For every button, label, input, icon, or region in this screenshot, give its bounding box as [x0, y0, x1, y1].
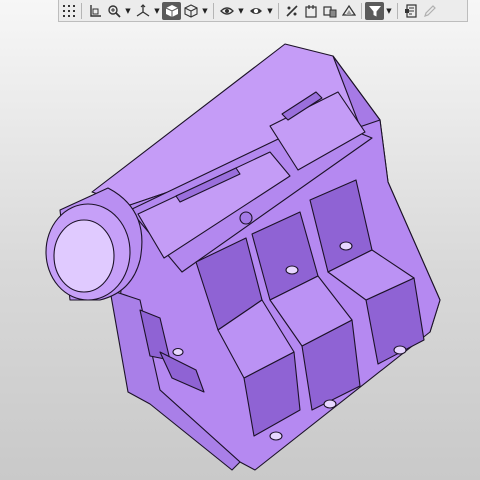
- zoom-icon: [107, 4, 121, 18]
- toolbar-separator: [278, 2, 279, 19]
- part-model[interactable]: [45, 43, 441, 471]
- filter-dropdown[interactable]: ▼: [384, 2, 394, 20]
- properties-icon: [404, 3, 417, 18]
- orientation-button[interactable]: [133, 2, 152, 20]
- pencil-icon: [423, 4, 436, 17]
- bolt-hole: [172, 347, 184, 357]
- zoom-button[interactable]: [104, 2, 123, 20]
- section-view-button[interactable]: [246, 2, 265, 20]
- grid-button[interactable]: [59, 2, 78, 20]
- pin-boss: [239, 211, 253, 225]
- wireframe-button[interactable]: [181, 2, 200, 20]
- eye-icon: [219, 6, 234, 15]
- section-eye-icon: [249, 7, 262, 14]
- bolt-hole: [285, 265, 299, 275]
- bolt-hole: [339, 241, 353, 251]
- visibility-dropdown[interactable]: ▼: [236, 2, 246, 20]
- coordinate-system-button[interactable]: [85, 2, 104, 20]
- section-view-dropdown[interactable]: ▼: [265, 2, 275, 20]
- display-axes-button[interactable]: [282, 2, 301, 20]
- properties-button[interactable]: [401, 2, 420, 20]
- bolt-hole: [323, 399, 337, 409]
- visibility-button[interactable]: [217, 2, 236, 20]
- model-canvas[interactable]: [0, 22, 480, 480]
- axis-corner-icon: [89, 4, 101, 17]
- grid-icon: [62, 4, 75, 17]
- zoom-dropdown[interactable]: ▼: [123, 2, 133, 20]
- shaded-button[interactable]: [162, 1, 181, 20]
- orientation-dropdown[interactable]: ▼: [152, 2, 162, 20]
- 3d-viewport[interactable]: [0, 22, 480, 480]
- view-toolbar: ▼ ▼ ▼ ▼ ▼ ▼: [58, 0, 468, 22]
- filter-icon: [368, 5, 381, 16]
- toolbar-separator: [361, 2, 362, 19]
- surfaces-icon: [341, 4, 356, 16]
- toolbar-separator: [81, 2, 82, 19]
- display-surfaces-button[interactable]: [339, 2, 358, 20]
- sketch-icon: [304, 4, 317, 18]
- display-components-button[interactable]: [320, 2, 339, 20]
- filter-button[interactable]: [365, 1, 384, 20]
- wireframe-dropdown[interactable]: ▼: [200, 2, 210, 20]
- toolbar-separator: [213, 2, 214, 19]
- toolbar-separator: [397, 2, 398, 19]
- cylinder-bore: [53, 219, 115, 293]
- shaded-cube-icon: [165, 4, 178, 17]
- components-icon: [322, 5, 336, 17]
- bolt-hole: [269, 431, 283, 441]
- display-sketches-button[interactable]: [301, 2, 320, 20]
- orientation-axes-icon: [136, 3, 149, 17]
- wireframe-cube-icon: [183, 3, 198, 18]
- bolt-hole: [393, 345, 407, 355]
- slash-axes-icon: [285, 4, 298, 17]
- edit-button[interactable]: [420, 2, 439, 20]
